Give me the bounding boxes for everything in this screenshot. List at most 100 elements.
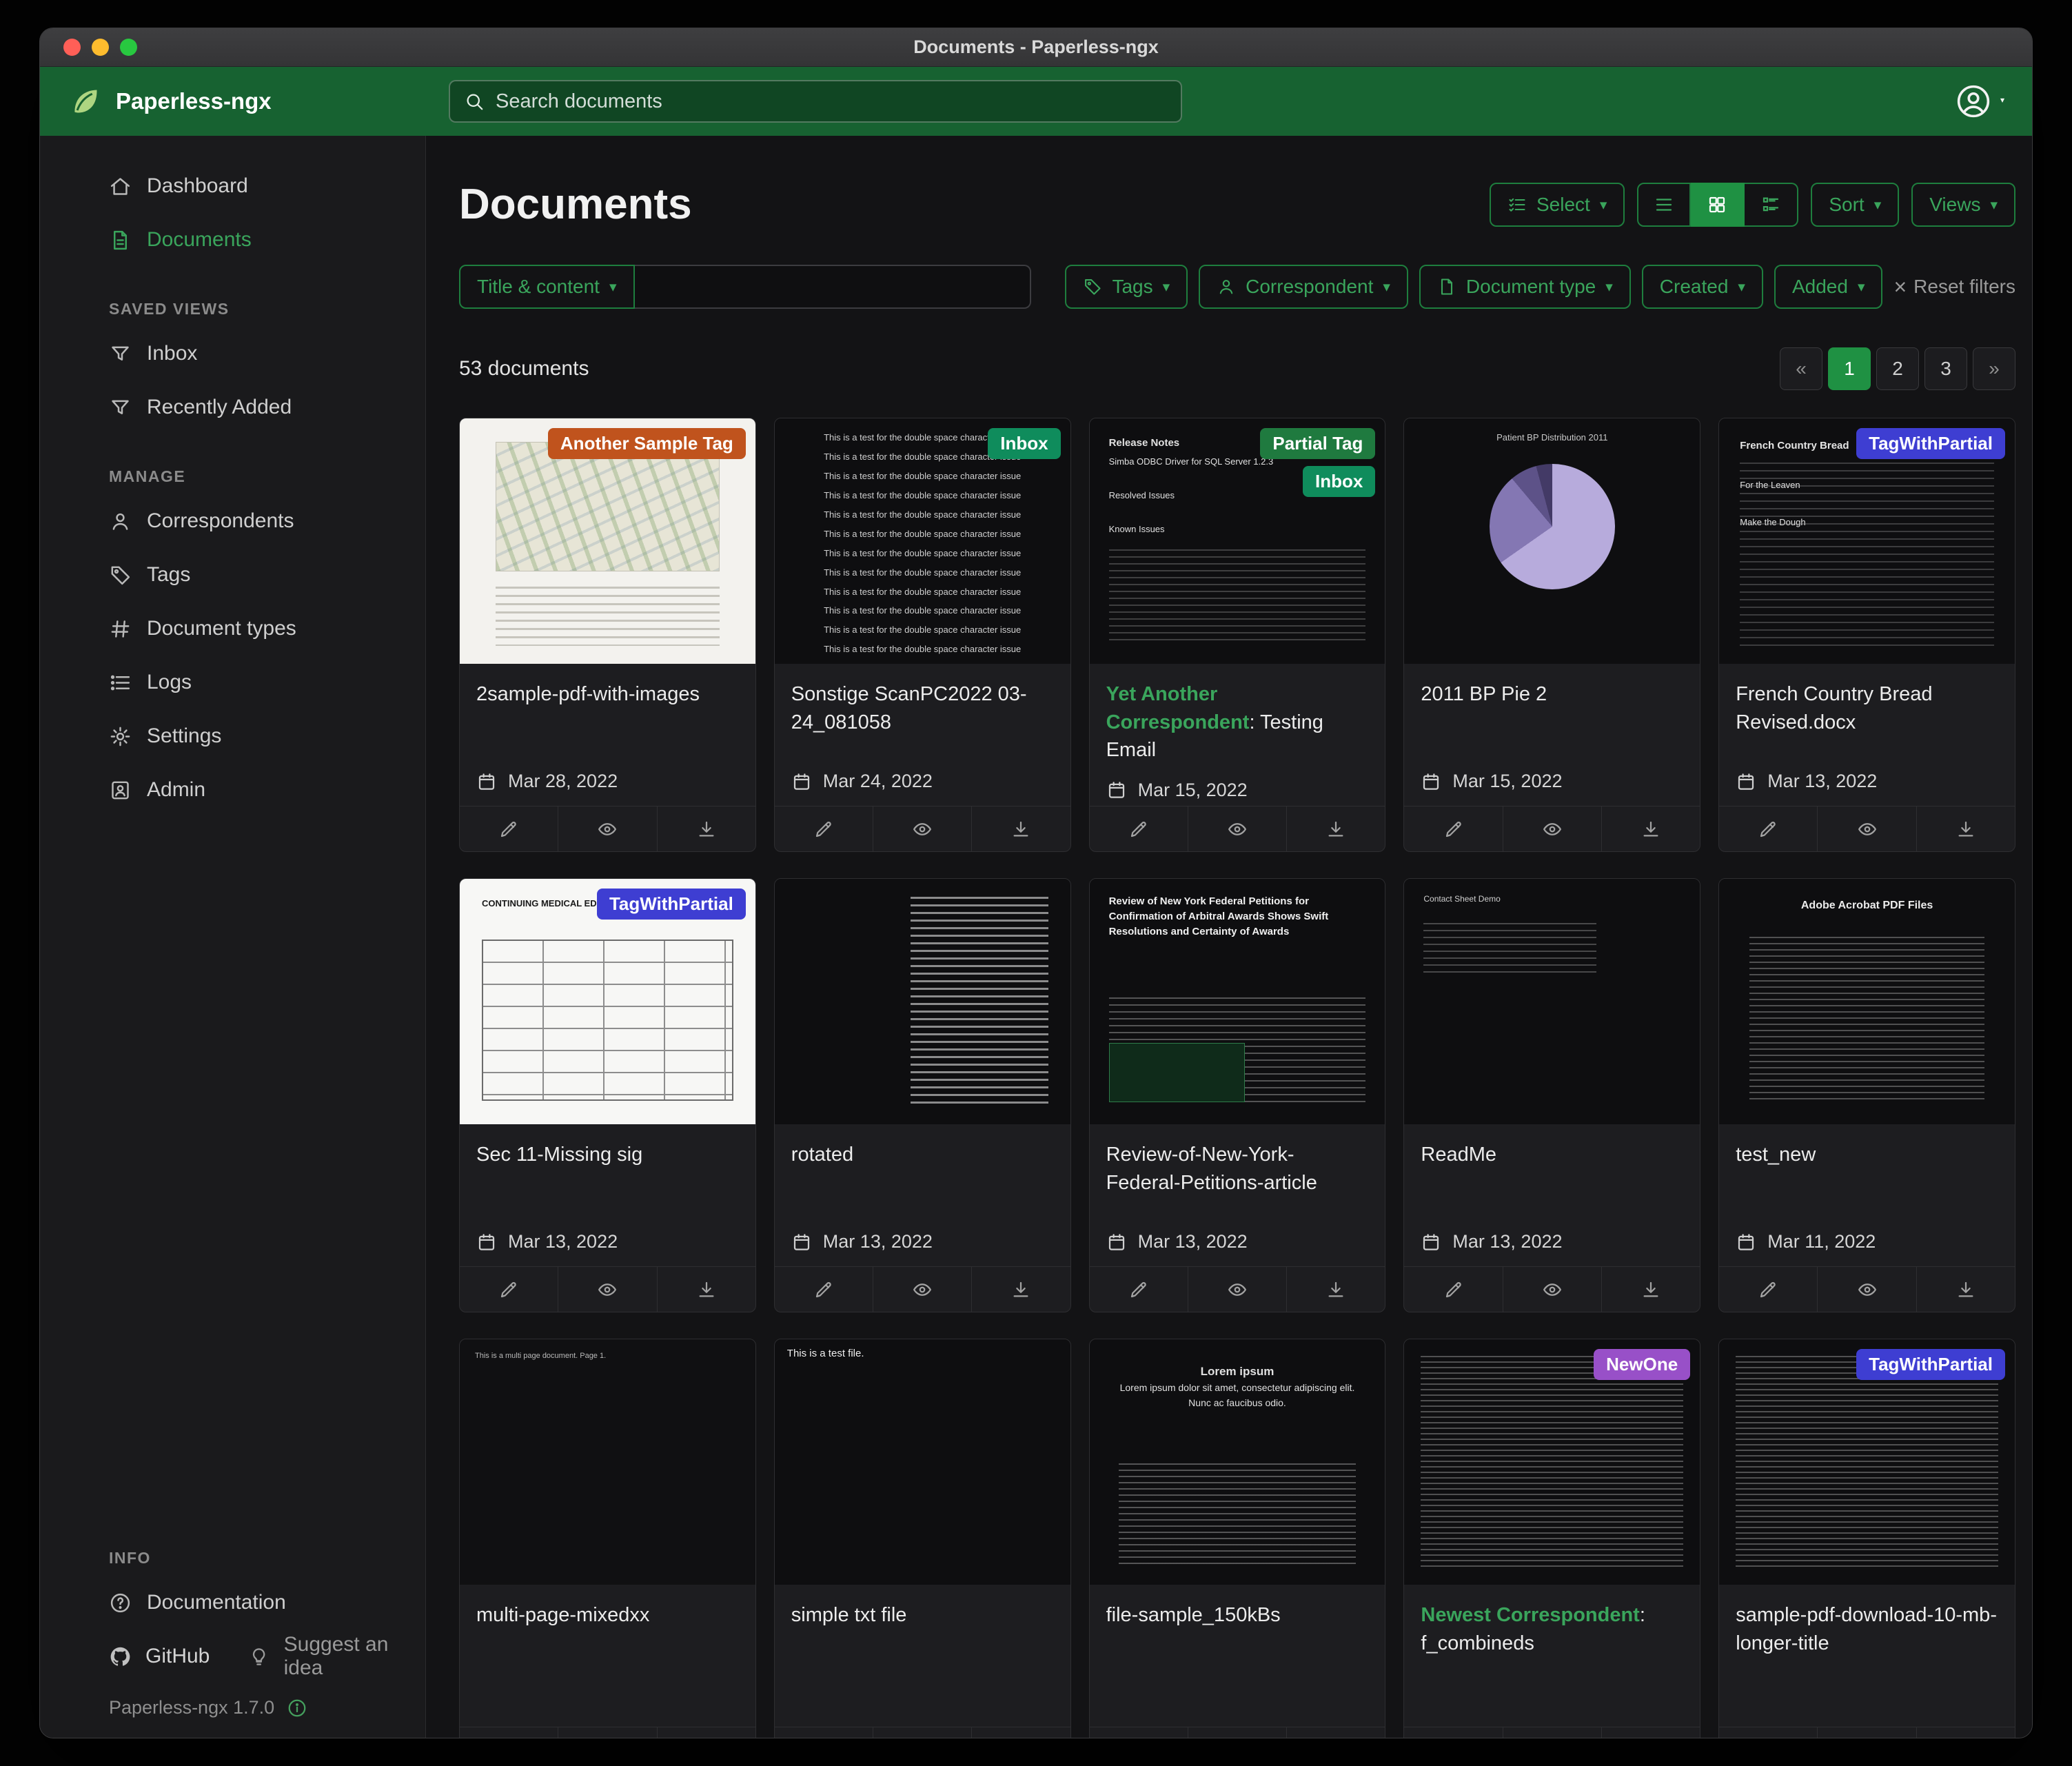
sidebar-item-inbox[interactable]: Inbox [40,327,425,380]
document-title[interactable]: Newest Correspondentf_combineds [1421,1601,1683,1657]
view-document-button[interactable] [873,1727,971,1738]
view-document-button[interactable] [1503,1267,1601,1312]
filter-created-button[interactable]: Created [1642,265,1763,309]
view-document-button[interactable] [1817,806,1916,851]
document-title[interactable]: test_new [1736,1141,1998,1169]
global-search[interactable] [449,80,1182,123]
document-card[interactable]: Review of New York Federal Petitions for… [1089,878,1386,1312]
document-title[interactable]: French Country Bread Revised.docx [1736,680,1998,736]
download-document-button[interactable] [971,1727,1070,1738]
pagination-prev-button[interactable]: « [1780,347,1822,390]
document-thumbnail[interactable] [775,879,1070,1124]
document-correspondent[interactable]: Newest Correspondent [1421,1604,1645,1626]
download-document-button[interactable] [1286,1267,1385,1312]
document-card[interactable]: Adobe Acrobat PDF Files test_new Mar 11,… [1718,878,2015,1312]
document-card[interactable]: French Country Bread For the Leaven Make… [1718,418,2015,852]
view-document-button[interactable] [1188,806,1286,851]
document-title[interactable]: rotated [791,1141,1054,1169]
document-title[interactable]: 2011 BP Pie 2 [1421,680,1683,709]
sidebar-item-dashboard[interactable]: Dashboard [40,159,425,213]
document-card[interactable]: NewOne Newest Correspondentf_combineds [1403,1339,1700,1738]
sidebar-item-settings[interactable]: Settings [40,709,425,763]
document-thumbnail[interactable]: This is a multi page document. Page 1. [460,1339,755,1585]
document-thumbnail[interactable]: CONTINUING MEDICAL EDUCATION TagWithPart… [460,879,755,1124]
view-document-button[interactable] [558,1267,656,1312]
sidebar-item-suggest-idea[interactable]: Suggest an idea [248,1633,425,1680]
views-button[interactable]: Views [1911,183,2015,227]
edit-document-button[interactable] [1090,806,1188,851]
document-title[interactable]: multi-page-mixedxx [476,1601,739,1630]
info-circle-icon[interactable] [287,1698,307,1718]
view-document-button[interactable] [1503,1727,1601,1738]
document-thumbnail[interactable]: French Country Bread For the Leaven Make… [1719,418,2015,664]
edit-document-button[interactable] [1090,1727,1188,1738]
edit-document-button[interactable] [775,1267,873,1312]
sidebar-item-document-types[interactable]: Document types [40,602,425,656]
document-title[interactable]: Review-of-New-York-Federal-Petitions-art… [1106,1141,1369,1197]
document-title[interactable]: 2sample-pdf-with-images [476,680,739,709]
edit-document-button[interactable] [1719,1267,1817,1312]
download-document-button[interactable] [971,1267,1070,1312]
edit-document-button[interactable] [1404,1267,1502,1312]
view-document-button[interactable] [558,806,656,851]
document-thumbnail[interactable]: Review of New York Federal Petitions for… [1090,879,1385,1124]
tag-badge[interactable]: Another Sample Tag [548,428,746,459]
download-document-button[interactable] [1916,1727,2015,1738]
app-brand[interactable]: Paperless-ngx [68,83,272,119]
edit-document-button[interactable] [1404,1727,1502,1738]
document-thumbnail[interactable]: This is a test file. [775,1339,1070,1585]
edit-document-button[interactable] [460,1267,558,1312]
document-card[interactable]: Contact Sheet Demo ReadMe Mar 13, 2022 [1403,878,1700,1312]
download-document-button[interactable] [1916,1267,2015,1312]
document-title[interactable]: Yet Another CorrespondentTesting Email [1106,680,1369,764]
edit-document-button[interactable] [1719,806,1817,851]
document-thumbnail[interactable]: Adobe Acrobat PDF Files [1719,879,2015,1124]
view-document-button[interactable] [873,806,971,851]
sidebar-item-admin[interactable]: Admin [40,763,425,817]
view-document-button[interactable] [1817,1727,1916,1738]
filter-document-type-button[interactable]: Document type [1419,265,1631,309]
document-title[interactable]: ReadMe [1421,1141,1683,1169]
pagination-page-3-button[interactable]: 3 [1924,347,1967,390]
sort-button[interactable]: Sort [1811,183,1899,227]
document-title[interactable]: Sonstige ScanPC2022 03-24_081058 [791,680,1054,736]
document-card[interactable]: Patient BP Distribution 2011 2011 BP Pie… [1403,418,1700,852]
tag-badge[interactable]: TagWithPartial [1856,428,2005,459]
document-card[interactable]: This is a test file. simple txt file [774,1339,1071,1738]
view-document-button[interactable] [1817,1267,1916,1312]
download-document-button[interactable] [657,806,755,851]
view-list-button[interactable] [1637,183,1691,227]
tag-badge[interactable]: Inbox [988,428,1060,459]
sidebar-item-recently-added[interactable]: Recently Added [40,380,425,434]
view-document-button[interactable] [1503,806,1601,851]
tag-badge[interactable]: TagWithPartial [597,889,746,920]
document-thumbnail[interactable]: Contact Sheet Demo [1404,879,1700,1124]
document-card[interactable]: Release Notes Simba ODBC Driver for SQL … [1089,418,1386,852]
view-document-button[interactable] [1188,1267,1286,1312]
edit-document-button[interactable] [775,1727,873,1738]
sidebar-item-tags[interactable]: Tags [40,548,425,602]
tag-badge[interactable]: TagWithPartial [1856,1349,2005,1380]
view-document-button[interactable] [558,1727,656,1738]
download-document-button[interactable] [1601,1727,1700,1738]
download-document-button[interactable] [657,1727,755,1738]
filter-tags-button[interactable]: Tags [1065,265,1188,309]
edit-document-button[interactable] [1404,806,1502,851]
document-card[interactable]: Another Sample Tag 2sample-pdf-with-imag… [459,418,756,852]
sidebar-item-correspondents[interactable]: Correspondents [40,494,425,548]
pagination-next-button[interactable]: » [1973,347,2015,390]
document-card[interactable]: CONTINUING MEDICAL EDUCATION TagWithPart… [459,878,756,1312]
tag-badge[interactable]: Partial Tag [1260,428,1375,459]
download-document-button[interactable] [1916,806,2015,851]
tag-badge[interactable]: NewOne [1594,1349,1690,1380]
edit-document-button[interactable] [1719,1727,1817,1738]
document-card[interactable]: rotated Mar 13, 2022 [774,878,1071,1312]
sidebar-item-github[interactable]: GitHub [109,1645,210,1668]
window-minimize-button[interactable] [92,39,109,56]
user-menu[interactable] [1955,83,2004,120]
sidebar-item-logs[interactable]: Logs [40,656,425,709]
filter-added-button[interactable]: Added [1774,265,1883,309]
edit-document-button[interactable] [460,806,558,851]
filter-correspondent-button[interactable]: Correspondent [1199,265,1408,309]
document-correspondent[interactable]: Yet Another Correspondent [1106,683,1260,733]
